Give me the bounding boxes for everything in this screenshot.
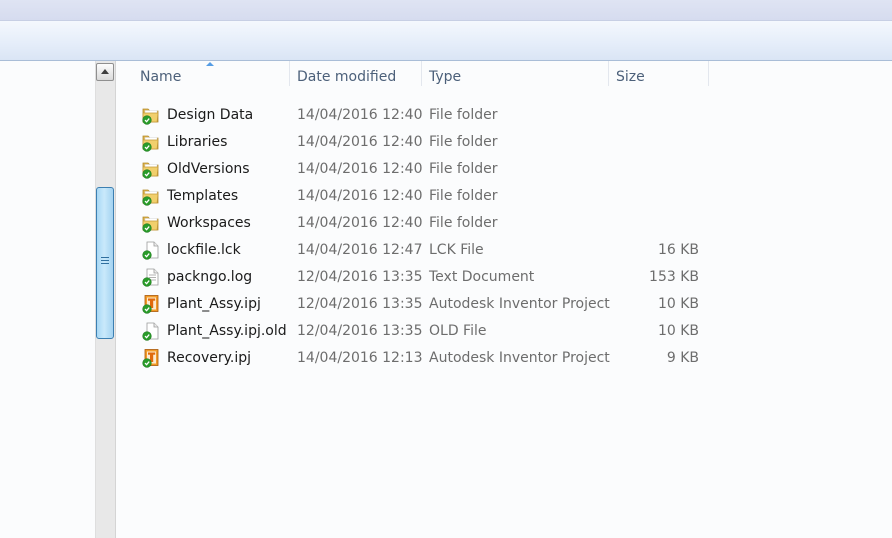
file-name: packngo.log xyxy=(167,269,253,285)
file-list: Design Data 14/04/2016 12:40 File folder Li… xyxy=(117,102,892,372)
column-header-row: Name Date modified Type Size xyxy=(117,61,892,93)
folder-icon xyxy=(141,105,161,125)
file-name: Libraries xyxy=(167,134,228,150)
folder-icon xyxy=(141,132,161,152)
file-row[interactable]: OldVersions 14/04/2016 12:40 File folder xyxy=(117,156,892,183)
sort-ascending-icon xyxy=(206,62,214,66)
vertical-scrollbar[interactable] xyxy=(95,61,116,538)
file-type: Autodesk Inventor Project xyxy=(429,296,610,312)
file-date-modified: 14/04/2016 12:40 xyxy=(297,188,423,204)
file-row[interactable]: Libraries 14/04/2016 12:40 File folder xyxy=(117,129,892,156)
folder-icon xyxy=(141,213,161,233)
file-row[interactable]: Workspaces 14/04/2016 12:40 File folder xyxy=(117,210,892,237)
file-row[interactable]: Plant_Assy.ipj 12/04/2016 13:35 Autodesk I… xyxy=(117,291,892,318)
text-file-icon xyxy=(141,267,161,287)
file-name: Plant_Assy.ipj.old xyxy=(167,323,287,339)
file-date-modified: 14/04/2016 12:40 xyxy=(297,215,423,231)
file-type: Autodesk Inventor Project xyxy=(429,350,610,366)
folder-icon xyxy=(141,186,161,206)
column-divider[interactable] xyxy=(608,61,609,86)
file-type: File folder xyxy=(429,161,498,177)
column-header-size[interactable]: Size xyxy=(616,61,645,93)
column-header-date-modified[interactable]: Date modified xyxy=(297,61,396,93)
file-date-modified: 14/04/2016 12:13 xyxy=(297,350,423,366)
blank-file-icon xyxy=(141,321,161,341)
file-date-modified: 14/04/2016 12:47 xyxy=(297,242,423,258)
file-row[interactable]: Templates 14/04/2016 12:40 File folder xyxy=(117,183,892,210)
file-size: 9 KB xyxy=(666,350,699,366)
file-name: OldVersions xyxy=(167,161,250,177)
file-type: File folder xyxy=(429,134,498,150)
file-name: Templates xyxy=(167,188,239,204)
file-size: 153 KB xyxy=(649,269,699,285)
file-date-modified: 12/04/2016 13:35 xyxy=(297,323,423,339)
file-name: Workspaces xyxy=(167,215,251,231)
file-type: Text Document xyxy=(429,269,535,285)
file-date-modified: 12/04/2016 13:35 xyxy=(297,296,423,312)
window-title-bar xyxy=(0,0,892,21)
inventor-project-icon xyxy=(141,294,161,314)
column-divider[interactable] xyxy=(708,61,709,86)
file-row[interactable]: Plant_Assy.ipj.old 12/04/2016 13:35 OLD Fi… xyxy=(117,318,892,345)
file-size: 10 KB xyxy=(657,323,699,339)
file-date-modified: 12/04/2016 13:35 xyxy=(297,269,423,285)
file-name: Design Data xyxy=(167,107,254,123)
inventor-project-icon xyxy=(141,348,161,368)
file-type: LCK File xyxy=(429,242,484,258)
file-row[interactable]: lockfile.lck 14/04/2016 12:47 LCK File 16 K… xyxy=(117,237,892,264)
column-divider[interactable] xyxy=(289,61,290,86)
column-header-name[interactable]: Name xyxy=(140,61,181,93)
file-size: 16 KB xyxy=(657,242,699,258)
file-row[interactable]: Recovery.ipj 14/04/2016 12:13 Autodesk Inv… xyxy=(117,345,892,372)
file-row[interactable]: Design Data 14/04/2016 12:40 File folder xyxy=(117,102,892,129)
scroll-grip-icon xyxy=(101,257,109,266)
file-type: File folder xyxy=(429,188,498,204)
file-size: 10 KB xyxy=(657,296,699,312)
scroll-up-button[interactable] xyxy=(96,63,114,81)
scroll-thumb[interactable] xyxy=(96,187,114,339)
navigation-pane xyxy=(0,61,95,538)
column-divider[interactable] xyxy=(421,61,422,86)
command-toolbar xyxy=(0,21,892,61)
file-type: OLD File xyxy=(429,323,487,339)
blank-file-icon xyxy=(141,240,161,260)
column-header-type[interactable]: Type xyxy=(429,61,461,93)
file-date-modified: 14/04/2016 12:40 xyxy=(297,161,423,177)
file-type: File folder xyxy=(429,107,498,123)
file-name: Plant_Assy.ipj xyxy=(167,296,261,312)
file-date-modified: 14/04/2016 12:40 xyxy=(297,134,423,150)
file-row[interactable]: packngo.log 12/04/2016 13:35 Text Document… xyxy=(117,264,892,291)
file-date-modified: 14/04/2016 12:40 xyxy=(297,107,423,123)
file-name: lockfile.lck xyxy=(167,242,241,258)
file-type: File folder xyxy=(429,215,498,231)
folder-icon xyxy=(141,159,161,179)
file-name: Recovery.ipj xyxy=(167,350,252,366)
